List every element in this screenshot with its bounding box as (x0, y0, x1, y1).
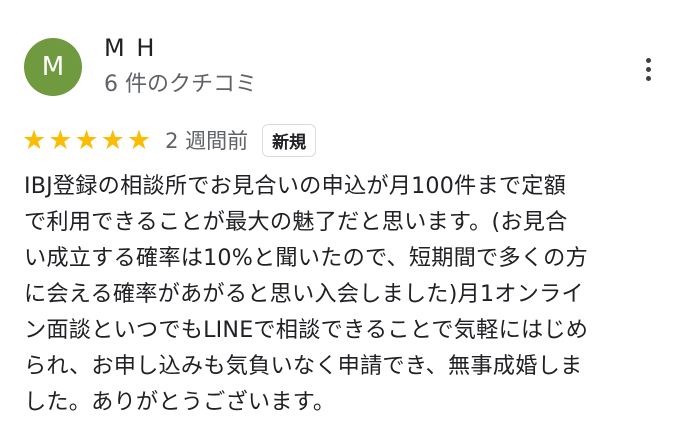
star-icon: ★ (22, 124, 47, 156)
star-rating: ★ ★ ★ ★ ★ (22, 127, 151, 154)
review-line: に会える確率があがると思い入会しました)月1オンライ (24, 281, 584, 307)
review-line: ン面談といつでもLINEで相談できることで気軽にはじめ (24, 317, 589, 343)
review-line: IBJ登録の相談所でお見合いの申込が月100件まで定額 (24, 173, 566, 199)
star-icon: ★ (74, 124, 99, 156)
more-options-button[interactable] (636, 52, 660, 86)
review-text: IBJ登録の相談所でお見合いの申込が月100件まで定額 で利用できることが最大の魅… (24, 168, 664, 420)
review-date: 2 週間前 (165, 129, 249, 153)
avatar-letter: M (41, 52, 65, 82)
review-line: られ、お申し込みも気負いなく申請でき、無事成婚しま (24, 353, 583, 379)
review-line: した。ありがとうございます。 (24, 389, 336, 415)
avatar[interactable]: M (24, 38, 82, 96)
star-icon: ★ (126, 124, 152, 156)
new-badge: 新規 (262, 123, 317, 157)
rating-row: ★ ★ ★ ★ ★ 2 週間前 新規 (22, 122, 317, 158)
review-count[interactable]: 6 件のクチコミ (104, 66, 257, 98)
review-line: で利用できることが最大の魅了だと思います。(お見合 (24, 209, 568, 235)
more-vert-icon (645, 57, 651, 63)
reviewer-name[interactable]: M H (104, 34, 156, 62)
review-line: い成立する確率は10%と聞いたので、短期間で多くの方 (24, 245, 588, 271)
star-icon: ★ (100, 124, 125, 156)
star-icon: ★ (48, 124, 73, 156)
